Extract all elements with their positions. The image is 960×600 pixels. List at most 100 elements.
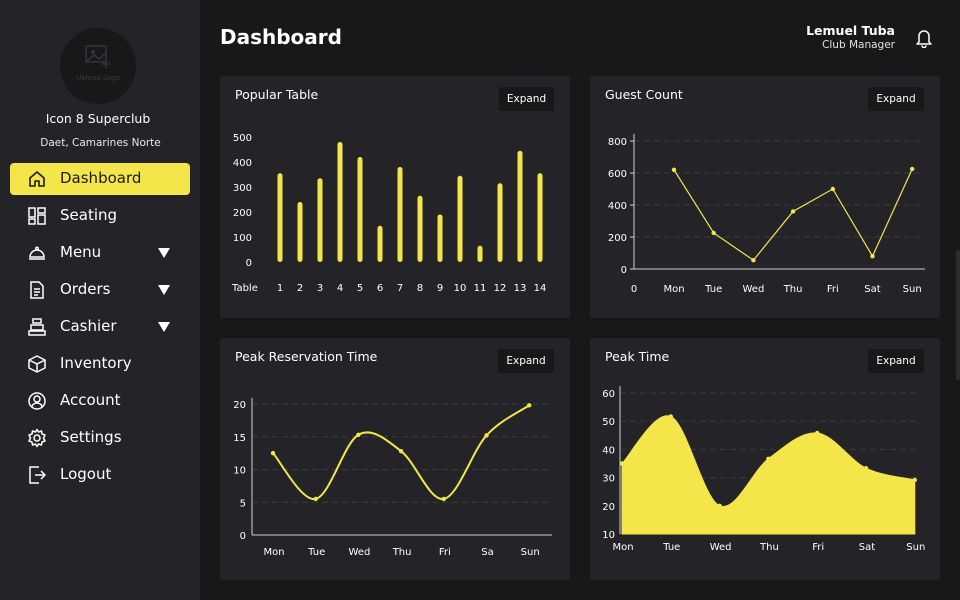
data-point [830,186,835,192]
data-point [398,448,404,454]
x-tick-label: 14 [534,283,547,294]
data-point [766,456,771,461]
bar [497,183,503,262]
register-icon [28,318,46,336]
sidebar-item-menu[interactable]: Menu [10,237,190,269]
data-point [912,477,917,483]
bar [337,142,343,262]
data-point [751,258,756,263]
bar [477,245,483,262]
y-tick-label: 400 [608,201,627,212]
sidebar-item-settings[interactable]: Settings [10,422,190,454]
x-tick-label: 4 [337,283,343,294]
cloche-icon [29,246,45,260]
data-point [863,466,869,471]
data-point [910,166,915,172]
chevron-down-icon[interactable] [158,285,170,295]
data-point [441,496,446,502]
gear-icon [28,428,46,448]
sidebar-item-label: Menu [60,243,102,261]
sidebar-item-label: Cashier [60,317,117,335]
bar [517,150,523,262]
x-tick-label: Wed [742,284,764,295]
x-tick-label: Mon [663,284,684,295]
user-icon [28,392,46,410]
club-logo-upload[interactable]: Upload Logo [60,28,136,104]
data-point [790,209,796,214]
sidebar-item-orders[interactable]: Orders [10,274,190,306]
y-tick-label: 300 [233,183,252,194]
x-tick-label: Sun [521,547,540,558]
sidebar-item-logout[interactable]: Logout [10,459,190,491]
y-tick-label: 400 [233,158,252,169]
x-tick-label: Wed [348,547,370,558]
y-tick-label: 20 [233,400,246,411]
x-tick-label: 8 [417,283,423,294]
y-tick-label: 50 [602,417,615,428]
bar [277,173,283,262]
y-tick-label: 60 [602,389,615,400]
bell-icon[interactable] [915,28,933,48]
data-point [270,450,276,456]
page-title: Dashboard [220,25,342,49]
x-tick-label: 10 [454,283,467,294]
x-tick-label: 12 [494,283,507,294]
club-name: Icon 8 Superclub [45,111,151,126]
sidebar-item-label: Dashboard [60,169,142,187]
image-upload-icon [85,45,110,68]
grid-icon [28,207,46,225]
logout-icon [29,466,46,484]
y-tick-label: 5 [240,498,246,509]
x-tick-label: 5 [357,283,363,294]
guest-count-card: Guest Count Expand 800 600 400 200 0 0 Mon Tue W… [590,76,940,318]
peak-time-card: Peak Time Expand 60 50 40 30 20 10 Mon Tue Wed Th… [590,338,940,580]
chevron-down-icon[interactable] [158,322,170,332]
x-tick-label: Sat [859,542,875,553]
y-tick-label: 200 [608,233,627,244]
sidebar-item-dashboard[interactable]: Dashboard [10,163,190,195]
sidebar-item-label: Settings [60,428,122,446]
x-tick-label: 6 [377,283,383,294]
sidebar-item-inventory[interactable]: Inventory [10,348,190,380]
y-tick-label: 40 [602,445,615,456]
bar [377,225,383,262]
x-tick-label: Sun [906,542,925,553]
sidebar-item-seating[interactable]: Seating [10,200,190,232]
y-tick-label: 30 [602,474,615,485]
bar [437,214,443,262]
scrollbar[interactable] [956,250,960,380]
data-point [619,461,625,466]
bar [397,167,403,262]
x-tick-label: 3 [317,283,323,294]
y-tick-label: 10 [233,466,246,477]
bar [417,195,423,262]
sidebar-item-cashier[interactable]: Cashier [10,311,190,343]
chevron-down-icon[interactable] [158,248,170,258]
data-point [711,230,716,236]
bar [297,202,303,262]
guest-count-chart: 800 600 400 200 00 Mon Tue Wed Thu Fri Sat Sun [608,134,925,295]
x-tick-label: Wed [710,542,732,553]
data-point [717,503,722,508]
sidebar: Upload Logo Icon 8 Superclub Daet, Camar… [0,0,200,600]
x-tick-label: 9 [437,283,443,294]
y-tick-label: 0 [240,531,246,542]
sidebar-item-label: Orders [60,280,111,298]
x-tick-label: 11 [474,283,487,294]
y-tick-label: 0 [246,258,252,269]
x-tick-label: Fri [827,284,839,295]
home-icon [29,171,45,187]
series-line [673,168,913,262]
y-tick-label: 20 [602,502,615,513]
data-point [668,414,673,419]
y-tick-label: 500 [233,133,252,144]
document-icon [30,281,44,299]
bar [457,175,463,262]
sidebar-item-account[interactable]: Account [10,385,190,417]
x-tick-label: Sa [481,547,493,558]
x-tick-label: Fri [439,547,451,558]
y-tick-label: 600 [608,169,627,180]
x-tick-label: 1 [277,283,283,294]
peak-reservation-time-card: Peak Reservation Time Expand 20 15 10 5 0 Mon… [220,338,570,580]
y-tick-label: 10 [602,530,615,541]
